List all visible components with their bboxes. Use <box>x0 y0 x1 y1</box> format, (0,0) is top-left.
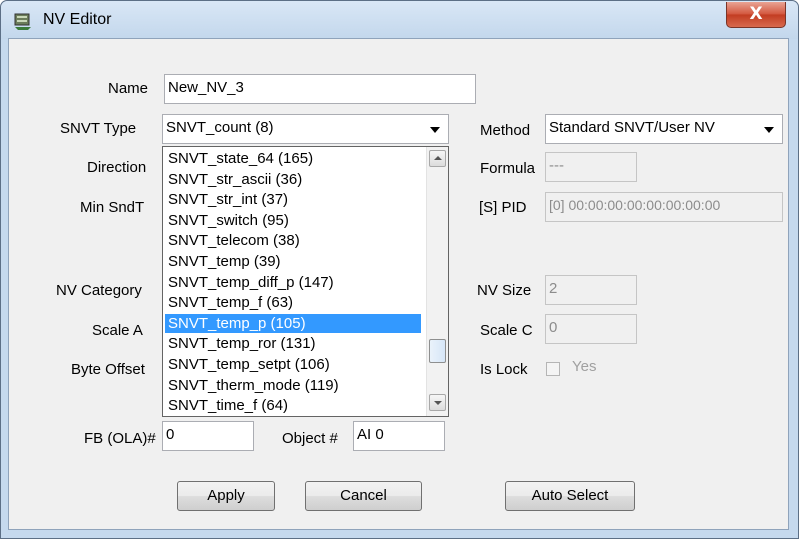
dropdown-option[interactable]: SNVT_temp_f (63) <box>165 293 421 312</box>
name-label: Name <box>108 80 149 97</box>
is-lock-yes-label: Yes <box>572 358 597 375</box>
direction-label: Direction <box>87 159 147 176</box>
pid-field: [0] 00:00:00:00:00:00:00:00 <box>545 192 783 222</box>
chevron-down-icon[interactable] <box>758 117 780 141</box>
scale-a-label: Scale A <box>92 322 143 339</box>
snvt-type-dropdown-list[interactable]: SNVT_state_64 (165) SNVT_str_ascii (36) SN… <box>162 146 449 417</box>
dropdown-option[interactable]: SNVT_str_int (37) <box>165 190 421 209</box>
dropdown-option[interactable]: SNVT_time_f (64) <box>165 396 421 415</box>
s-pid-label: [S] PID <box>479 199 527 216</box>
formula-label: Formula <box>480 160 536 177</box>
app-icon <box>14 13 31 30</box>
dropdown-option[interactable]: SNVT_temp_diff_p (147) <box>165 273 421 292</box>
method-value: Standard SNVT/User NV <box>549 119 715 136</box>
close-icon: X <box>749 4 763 24</box>
dropdown-option[interactable]: SNVT_temp_ror (131) <box>165 334 421 353</box>
is-lock-checkbox[interactable] <box>546 362 560 376</box>
window-title: NV Editor <box>43 11 112 28</box>
scale-c-label: Scale C <box>480 322 533 339</box>
chevron-down-icon[interactable] <box>424 117 446 141</box>
nv-size-field: 2 <box>545 275 637 305</box>
scroll-down-icon[interactable] <box>429 394 446 411</box>
method-combo[interactable]: Standard SNVT/User NV <box>545 114 783 144</box>
apply-button[interactable]: Apply <box>177 481 275 511</box>
formula-field: --- <box>545 152 637 182</box>
nv-category-label: NV Category <box>56 282 142 299</box>
dropdown-option[interactable]: SNVT_therm_mode (119) <box>165 376 421 395</box>
dropdown-option[interactable]: SNVT_str_ascii (36) <box>165 170 421 189</box>
auto-select-button[interactable]: Auto Select <box>505 481 635 511</box>
snvt-type-label: SNVT Type <box>60 120 137 137</box>
fb-ola-input[interactable]: 0 <box>162 421 254 451</box>
name-input[interactable]: New_NV_3 <box>164 74 476 104</box>
dropdown-option[interactable]: SNVT_state_64 (165) <box>165 149 421 168</box>
close-button[interactable]: X <box>726 2 786 28</box>
object-input[interactable]: AI 0 <box>353 421 445 451</box>
dropdown-option[interactable]: SNVT_telecom (38) <box>165 231 421 250</box>
object-label: Object # <box>282 430 338 447</box>
scroll-thumb[interactable] <box>429 339 446 363</box>
snvt-type-value: SNVT_count (8) <box>166 119 274 136</box>
min-sndt-label: Min SndT <box>80 199 145 216</box>
title-bar[interactable]: NV Editor X <box>1 1 798 39</box>
dropdown-option[interactable]: SNVT_temp_p (105) <box>165 313 421 333</box>
dropdown-scrollbar[interactable] <box>426 147 448 416</box>
fb-ola-label: FB (OLA)# <box>84 430 156 447</box>
dropdown-option[interactable]: SNVT_temp (39) <box>165 252 421 271</box>
method-label: Method <box>480 122 531 139</box>
cancel-button[interactable]: Cancel <box>305 481 422 511</box>
scale-c-field: 0 <box>545 314 637 344</box>
is-lock-label: Is Lock <box>480 361 528 378</box>
dropdown-option[interactable]: SNVT_temp_setpt (106) <box>165 355 421 374</box>
byte-offset-label: Byte Offset <box>71 361 145 378</box>
nv-size-label: NV Size <box>477 282 532 299</box>
dropdown-option[interactable]: SNVT_switch (95) <box>165 211 421 230</box>
snvt-type-combo[interactable]: SNVT_count (8) <box>162 114 449 144</box>
scroll-up-icon[interactable] <box>429 150 446 167</box>
